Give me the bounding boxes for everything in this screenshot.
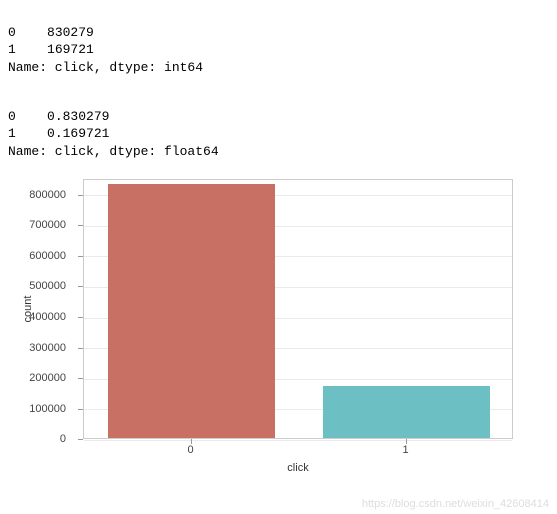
row: 1 169721 <box>8 42 94 57</box>
y-tick-label: 300000 <box>6 342 66 354</box>
bar-0 <box>108 184 276 438</box>
y-tick-label: 800000 <box>6 189 66 201</box>
series-float-output: 0 0.830279 1 0.169721 Name: click, dtype… <box>8 90 549 160</box>
y-tick-label: 600000 <box>6 250 66 262</box>
row: 1 0.169721 <box>8 126 109 141</box>
x-tick-label: 0 <box>187 444 193 456</box>
series-footer: Name: click, dtype: float64 <box>8 144 219 159</box>
x-tick-label: 1 <box>402 444 408 456</box>
y-tick-label: 200000 <box>6 372 66 384</box>
series-footer: Name: click, dtype: int64 <box>8 60 203 75</box>
row: 0 830279 <box>8 25 94 40</box>
y-axis-label: count <box>22 296 34 323</box>
y-tick-label: 400000 <box>6 311 66 323</box>
series-int-output: 0 830279 1 169721 Name: click, dtype: in… <box>8 6 549 76</box>
y-tick-label: 0 <box>6 433 66 445</box>
watermark-text: https://blog.csdn.net/weixin_42608414 <box>362 498 549 510</box>
plot-area <box>83 179 513 439</box>
row: 0 0.830279 <box>8 109 109 124</box>
countplot-chart: 0 100000 200000 300000 400000 500000 600000 700… <box>8 174 528 484</box>
y-tick-label: 700000 <box>6 219 66 231</box>
bar-1 <box>323 386 491 438</box>
y-tick-label: 100000 <box>6 403 66 415</box>
x-axis-label: click <box>287 462 308 474</box>
y-tick-label: 500000 <box>6 280 66 292</box>
